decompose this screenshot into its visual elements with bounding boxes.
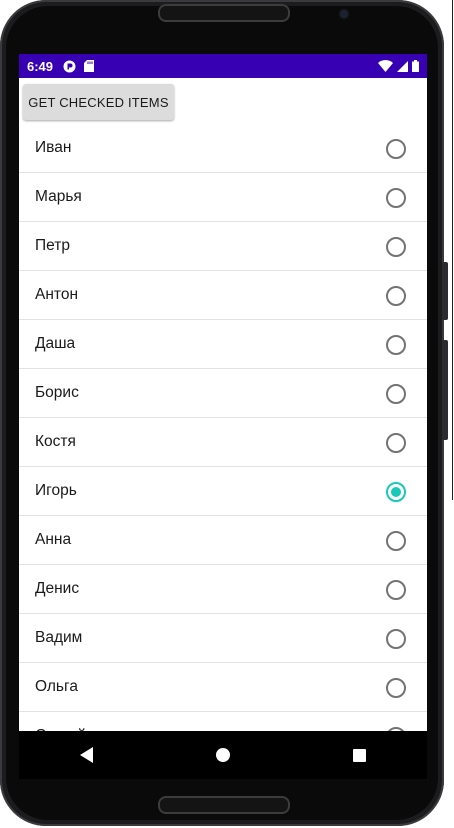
radio-button-checked[interactable] [386,482,406,502]
frame-edge-line [452,0,453,500]
radio-button[interactable] [386,629,406,649]
list-item[interactable]: Денис [19,565,427,614]
list-item-label: Анна [35,531,72,548]
status-bar: 6:49 [19,54,427,78]
signal-icon [397,60,408,72]
list-item[interactable]: Сергей [19,712,427,731]
list-item-label: Ольга [35,678,78,695]
recent-apps-icon[interactable] [352,748,366,762]
battery-icon [412,60,419,72]
radio-button[interactable] [386,188,406,208]
home-icon[interactable] [215,748,230,762]
wifi-icon [378,60,393,72]
front-camera [340,10,348,18]
list-item[interactable]: Ольга [19,663,427,712]
list-item-label: Даша [35,335,76,352]
list-item-label: Петр [35,237,70,254]
list-item[interactable]: Даша [19,320,427,369]
radio-button[interactable] [386,531,406,551]
radio-button[interactable] [386,384,406,404]
sd-card-icon [84,60,95,72]
list-item-label: Иван [35,139,72,156]
power-button [442,340,448,440]
radio-button[interactable] [386,580,406,600]
status-time: 6:49 [27,58,54,74]
list-item-label: Денис [35,580,80,597]
list-item-label: Марья [35,188,82,205]
back-icon[interactable] [80,747,94,763]
list-item[interactable]: Петр [19,222,427,271]
toolbar: GET CHECKED ITEMS [19,78,427,124]
list-item-label: Игорь [35,482,77,499]
list-item[interactable]: Антон [19,271,427,320]
app-screen: 6:49 GET CHECKED ITEMS Иван Марья Петр А… [19,54,427,731]
list-item-label: Костя [35,433,76,450]
list-item[interactable]: Иван [19,124,427,173]
list-item[interactable]: Костя [19,418,427,467]
top-speaker [158,4,290,22]
list-item[interactable]: Анна [19,516,427,565]
list-item[interactable]: Игорь [19,467,427,516]
list-item-label: Вадим [35,629,83,646]
names-list: Иван Марья Петр Антон Даша Борис Костя Игорь Анн… [19,124,427,731]
radio-button[interactable] [386,678,406,698]
list-item[interactable]: Вадим [19,614,427,663]
list-item-label: Борис [35,384,79,401]
volume-button [442,262,448,320]
list-item[interactable]: Марья [19,173,427,222]
get-checked-items-button[interactable]: GET CHECKED ITEMS [23,84,174,120]
radio-button[interactable] [386,286,406,306]
list-item-label: Антон [35,286,79,303]
bottom-speaker [158,796,290,814]
radio-button[interactable] [386,139,406,159]
radio-button[interactable] [386,433,406,453]
list-item[interactable]: Борис [19,369,427,418]
navigation-bar [19,731,427,779]
app-notification-icon [63,60,76,72]
radio-button[interactable] [386,335,406,355]
radio-button[interactable] [386,237,406,257]
